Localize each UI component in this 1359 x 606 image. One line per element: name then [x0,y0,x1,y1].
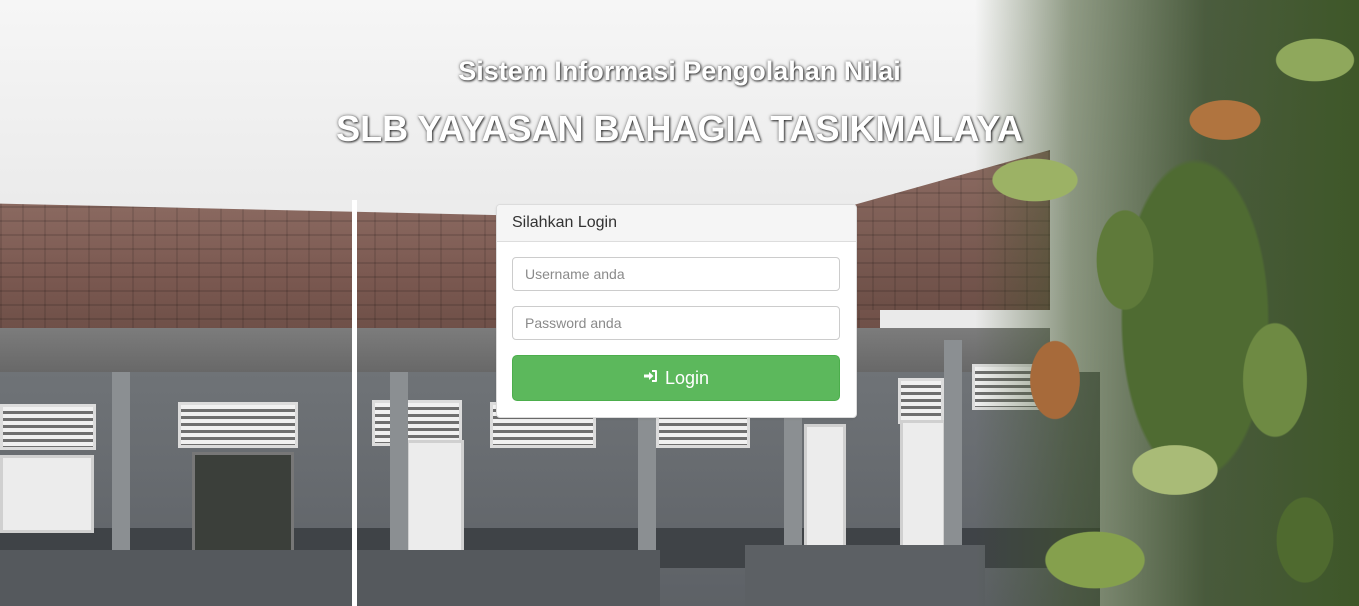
sign-in-icon [643,368,659,389]
page-title: SLB YAYASAN BAHAGIA TASIKMALAYA [336,108,1023,149]
door [804,424,846,548]
porch-wall [0,550,660,606]
tree-foliage [975,0,1359,606]
door [900,420,946,552]
pillar [390,372,408,572]
porch-wall-right [745,545,985,606]
window [178,402,298,448]
wall-panel [0,455,94,533]
login-panel: Silahkan Login Login [496,204,857,418]
password-input[interactable] [512,306,840,340]
username-input[interactable] [512,257,840,291]
flag-pole [352,200,357,606]
door [406,440,464,564]
page-subtitle: Sistem Informasi Pengolahan Nilai [458,56,901,86]
notice-board [192,452,294,554]
login-panel-body: Login [497,242,856,401]
login-button-label: Login [664,367,710,388]
login-button[interactable]: Login [512,355,840,401]
pillar [112,372,130,572]
login-panel-heading: Silahkan Login [497,205,856,242]
window [898,378,944,424]
window [0,404,96,450]
